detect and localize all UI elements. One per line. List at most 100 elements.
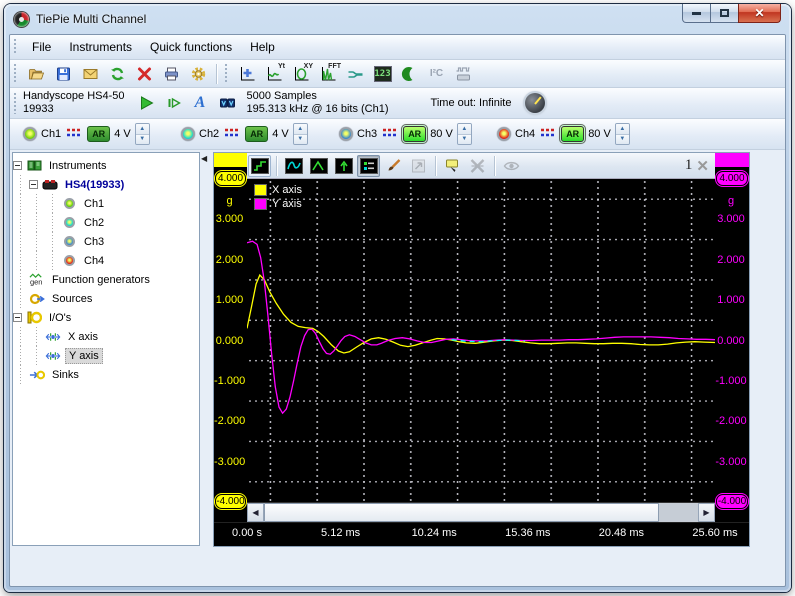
ch1-range-value: 4 V bbox=[114, 128, 131, 140]
ch2-autorange-button[interactable]: AR bbox=[245, 126, 268, 142]
xy-graph-button[interactable]: XY bbox=[289, 62, 314, 86]
spin-down-button[interactable]: ▼ bbox=[616, 134, 629, 145]
tree-item-sinks[interactable]: Sinks bbox=[13, 365, 199, 384]
eye-icon bbox=[503, 158, 520, 174]
maximize-button[interactable] bbox=[711, 4, 738, 23]
coupling-icon[interactable] bbox=[540, 125, 556, 143]
coupling-icon[interactable] bbox=[66, 125, 82, 143]
value-display-button[interactable]: 123 bbox=[370, 62, 395, 86]
channel-label-ch4: Ch4 bbox=[515, 128, 535, 140]
ch2-range-spinner[interactable]: ▲▼ bbox=[293, 123, 308, 145]
one-shot-button[interactable] bbox=[161, 91, 186, 115]
refresh-button[interactable] bbox=[105, 62, 130, 86]
axis-unit-label: g bbox=[214, 195, 245, 207]
plot-legend[interactable]: X axisY axis bbox=[254, 184, 302, 212]
channel-group-ch1: Ch1AR4 V▲▼ bbox=[10, 123, 168, 145]
add-object-button[interactable] bbox=[235, 62, 260, 86]
print-button[interactable] bbox=[159, 62, 184, 86]
xy-graph-label: XY bbox=[304, 63, 313, 70]
tree-item-y-axis[interactable]: Y axis bbox=[13, 346, 199, 365]
measure-button[interactable] bbox=[343, 62, 368, 86]
splitter[interactable]: ◀ bbox=[200, 152, 209, 586]
tree-item-i-o-s[interactable]: I/O's bbox=[13, 308, 199, 327]
menu-item-file[interactable]: File bbox=[23, 37, 60, 57]
tree-item-function-generators[interactable]: genFunction generators bbox=[13, 270, 199, 289]
menu-item-quick-functions[interactable]: Quick functions bbox=[141, 37, 241, 57]
axis-tick-label: -1.000 bbox=[715, 375, 747, 387]
spin-up-button[interactable]: ▲ bbox=[458, 124, 471, 134]
autoscale-button[interactable] bbox=[332, 155, 355, 177]
email-button[interactable] bbox=[78, 62, 103, 86]
tree-item-x-axis[interactable]: X axis bbox=[13, 327, 199, 346]
spin-up-button[interactable]: ▲ bbox=[136, 124, 149, 134]
axis-max-value[interactable]: 4.000 bbox=[716, 171, 748, 186]
ch3-range-spinner[interactable]: ▲▼ bbox=[457, 123, 472, 145]
menu-item-help[interactable]: Help bbox=[241, 37, 284, 57]
start-button[interactable] bbox=[134, 91, 159, 115]
spin-up-button[interactable]: ▲ bbox=[616, 124, 629, 134]
title-bar[interactable]: TiePie Multi Channel ✕ bbox=[4, 4, 791, 34]
axis-min-value[interactable]: -4.000 bbox=[215, 494, 246, 509]
ch4-range-spinner[interactable]: ▲▼ bbox=[615, 123, 630, 145]
spin-up-button[interactable]: ▲ bbox=[294, 124, 307, 134]
axis-tick-label: -2.000 bbox=[214, 415, 245, 427]
tree-item-instruments[interactable]: Instruments bbox=[13, 156, 199, 175]
fft-graph-button[interactable]: FFT bbox=[316, 62, 341, 86]
settings-button[interactable] bbox=[186, 62, 211, 86]
autosetup-button[interactable]: A bbox=[188, 91, 213, 115]
tree-item-ch2[interactable]: Ch2 bbox=[13, 213, 199, 232]
collapse-arrow-icon[interactable]: ◀ bbox=[201, 154, 207, 163]
spin-down-button[interactable]: ▼ bbox=[294, 134, 307, 145]
paint-button[interactable] bbox=[382, 155, 405, 177]
i2c-button[interactable]: I²C bbox=[424, 62, 449, 86]
coupling-icon[interactable] bbox=[224, 125, 240, 143]
tree-expander-icon[interactable] bbox=[13, 313, 22, 322]
delete-button[interactable] bbox=[132, 62, 157, 86]
plot-area[interactable]: X axisY axis bbox=[247, 179, 715, 502]
envelope-button[interactable] bbox=[307, 155, 330, 177]
menu-item-instruments[interactable]: Instruments bbox=[60, 37, 141, 57]
ch1-autorange-button[interactable]: AR bbox=[87, 126, 110, 142]
tree-guide bbox=[13, 327, 29, 346]
spin-down-button[interactable]: ▼ bbox=[136, 134, 149, 145]
ch3-autorange-button[interactable]: AR bbox=[403, 126, 426, 142]
tree-expander-icon[interactable] bbox=[29, 180, 38, 189]
save-button[interactable] bbox=[51, 62, 76, 86]
callout-icon bbox=[444, 158, 461, 174]
yt-graph-button[interactable]: Yt bbox=[262, 62, 287, 86]
sine-interpolation-button[interactable] bbox=[282, 155, 305, 177]
counter-button[interactable] bbox=[451, 62, 476, 86]
minimize-button[interactable] bbox=[682, 4, 711, 23]
scrollbar-thumb[interactable] bbox=[264, 503, 659, 522]
scroll-left-button[interactable]: ◀ bbox=[247, 503, 264, 522]
tree-item-ch3[interactable]: Ch3 bbox=[13, 232, 199, 251]
tree-item-ch1[interactable]: Ch1 bbox=[13, 194, 199, 213]
tree-item-ch4[interactable]: Ch4 bbox=[13, 251, 199, 270]
close-button[interactable]: ✕ bbox=[738, 4, 781, 23]
tree-item-label: Sinks bbox=[49, 368, 82, 382]
timeout-knob[interactable] bbox=[525, 93, 545, 113]
crescent-button[interactable] bbox=[397, 62, 422, 86]
scrollbar-track[interactable] bbox=[264, 503, 698, 522]
ch1-range-spinner[interactable]: ▲▼ bbox=[135, 123, 150, 145]
open-button[interactable] bbox=[24, 62, 49, 86]
scroll-right-button[interactable]: ▶ bbox=[698, 503, 715, 522]
axis-min-value[interactable]: -4.000 bbox=[716, 494, 748, 509]
coupling-icon[interactable] bbox=[382, 125, 398, 143]
spin-down-button[interactable]: ▼ bbox=[458, 134, 471, 145]
step-line-icon bbox=[251, 158, 269, 174]
tree-item-hs4-19933-[interactable]: HS4(19933) bbox=[13, 175, 199, 194]
envelope-curve-icon bbox=[310, 158, 328, 174]
meter-button[interactable] bbox=[215, 91, 240, 115]
ch4-autorange-button[interactable]: AR bbox=[561, 126, 584, 142]
axis-max-value[interactable]: 4.000 bbox=[215, 171, 246, 186]
measure-lines-icon bbox=[347, 66, 364, 82]
tree-item-sources[interactable]: Sources bbox=[13, 289, 199, 308]
add-callout-button[interactable] bbox=[441, 155, 464, 177]
step-interpolation-button[interactable] bbox=[248, 155, 271, 177]
tree-expander-icon[interactable] bbox=[13, 161, 22, 170]
x-axis: 0.00 s5.12 ms10.24 ms15.36 ms20.48 ms25.… bbox=[214, 522, 749, 546]
legend-toggle-button[interactable] bbox=[357, 155, 380, 177]
horizontal-scrollbar[interactable]: ◀ ▶ bbox=[247, 502, 715, 522]
ch2-led-icon bbox=[61, 216, 77, 230]
